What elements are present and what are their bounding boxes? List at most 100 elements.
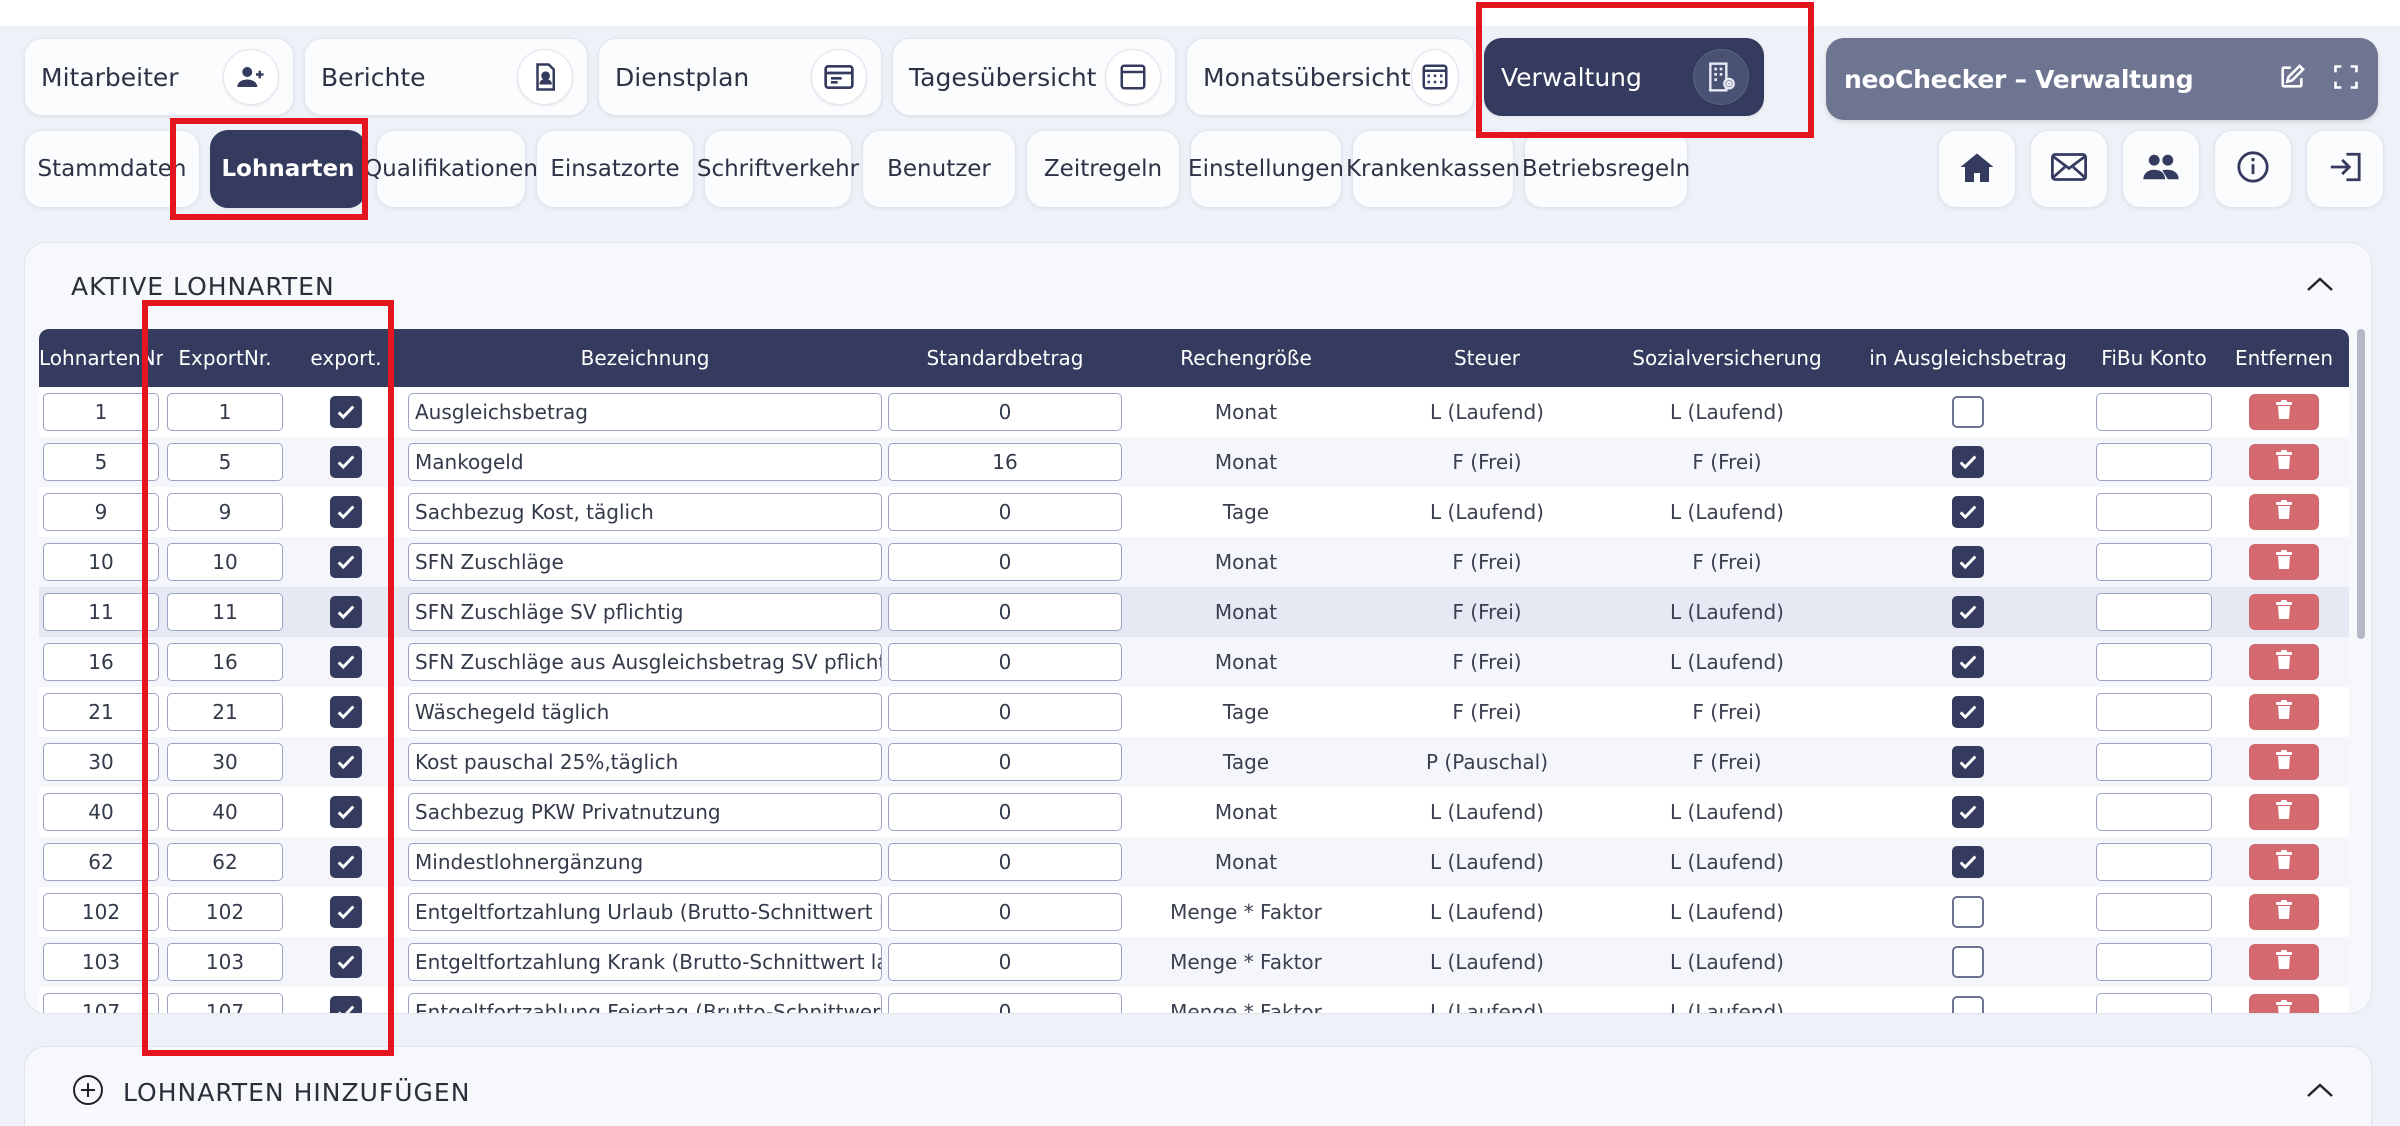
export-nr-input[interactable]: 102 [167,893,283,931]
ausgleich-checkbox[interactable] [1952,496,1984,528]
standardbetrag-input[interactable]: 0 [888,693,1122,731]
ausgleich-checkbox[interactable] [1952,846,1984,878]
ausgleich-checkbox[interactable] [1952,596,1984,628]
lohnart-nr-input[interactable]: 40 [43,793,159,831]
lohnart-nr-input[interactable]: 1 [43,393,159,431]
standardbetrag-input[interactable]: 0 [888,943,1122,981]
standardbetrag-input[interactable]: 0 [888,593,1122,631]
ausgleich-checkbox[interactable] [1952,896,1984,928]
delete-button[interactable] [2249,744,2319,780]
export-checkbox[interactable] [330,896,362,928]
ausgleich-checkbox[interactable] [1952,646,1984,678]
export-nr-input[interactable]: 10 [167,543,283,581]
bezeichnung-input[interactable]: SFN Zuschläge SV pflichtig [408,593,882,631]
fibu-konto-input[interactable] [2096,993,2212,1013]
export-nr-input[interactable]: 21 [167,693,283,731]
tab-qualifikationen[interactable]: Qualifikationen [364,130,538,208]
tab-krankenkassen[interactable]: Krankenkassen [1346,130,1520,208]
lohnart-nr-input[interactable]: 21 [43,693,159,731]
standardbetrag-input[interactable]: 0 [888,493,1122,531]
tab-einstellungen[interactable]: Einstellungen [1188,130,1344,208]
delete-button[interactable] [2249,694,2319,730]
tab-einsatzorte[interactable]: Einsatzorte [536,130,694,208]
standardbetrag-input[interactable]: 0 [888,643,1122,681]
lohnart-nr-input[interactable]: 30 [43,743,159,781]
bezeichnung-input[interactable]: Entgeltfortzahlung Feiertag (Brutto-Schn… [408,993,882,1013]
ausgleich-checkbox[interactable] [1952,696,1984,728]
delete-button[interactable] [2249,844,2319,880]
delete-button[interactable] [2249,994,2319,1013]
standardbetrag-input[interactable]: 0 [888,993,1122,1013]
export-checkbox[interactable] [330,496,362,528]
nav-monatsuebersicht-button[interactable]: Monatsübersicht [1186,38,1474,116]
fibu-konto-input[interactable] [2096,743,2212,781]
delete-button[interactable] [2249,494,2319,530]
ausgleich-checkbox[interactable] [1952,546,1984,578]
tab-schriftverkehr[interactable]: Schriftverkehr [697,130,859,208]
tab-zeitregeln[interactable]: Zeitregeln [1026,130,1180,208]
info-button[interactable] [2214,130,2292,208]
ausgleich-checkbox[interactable] [1952,446,1984,478]
nav-mitarbeiter-button[interactable]: Mitarbeiter [24,38,294,116]
lohnart-nr-input[interactable]: 5 [43,443,159,481]
nav-berichte-button[interactable]: Berichte [304,38,588,116]
ausgleich-checkbox[interactable] [1952,996,1984,1013]
bezeichnung-input[interactable]: Entgeltfortzahlung Urlaub (Brutto-Schnit… [408,893,882,931]
ausgleich-checkbox[interactable] [1952,946,1984,978]
fibu-konto-input[interactable] [2096,693,2212,731]
bezeichnung-input[interactable]: Mindestlohnergänzung [408,843,882,881]
lohnart-nr-input[interactable]: 62 [43,843,159,881]
tab-stammdaten[interactable]: Stammdaten [24,130,200,208]
bezeichnung-input[interactable]: Ausgleichsbetrag [408,393,882,431]
export-checkbox[interactable] [330,846,362,878]
fibu-konto-input[interactable] [2096,493,2212,531]
bezeichnung-input[interactable]: SFN Zuschläge aus Ausgleichsbetrag SV pf… [408,643,882,681]
lohnart-nr-input[interactable]: 107 [43,993,159,1013]
bezeichnung-input[interactable]: Entgeltfortzahlung Krank (Brutto-Schnitt… [408,943,882,981]
users-button[interactable] [2122,130,2200,208]
delete-button[interactable] [2249,544,2319,580]
home-button[interactable] [1938,130,2016,208]
lohnart-nr-input[interactable]: 16 [43,643,159,681]
export-checkbox[interactable] [330,996,362,1013]
delete-button[interactable] [2249,594,2319,630]
plus-circle-icon[interactable] [71,1073,105,1111]
standardbetrag-input[interactable]: 0 [888,543,1122,581]
export-nr-input[interactable]: 11 [167,593,283,631]
delete-button[interactable] [2249,944,2319,980]
lohnart-nr-input[interactable]: 9 [43,493,159,531]
export-checkbox[interactable] [330,746,362,778]
bezeichnung-input[interactable]: Sachbezug PKW Privatnutzung [408,793,882,831]
fibu-konto-input[interactable] [2096,893,2212,931]
bezeichnung-input[interactable]: Mankogeld [408,443,882,481]
export-nr-input[interactable]: 5 [167,443,283,481]
export-nr-input[interactable]: 16 [167,643,283,681]
export-checkbox[interactable] [330,546,362,578]
lohnart-nr-input[interactable]: 102 [43,893,159,931]
ausgleich-checkbox[interactable] [1952,796,1984,828]
standardbetrag-input[interactable]: 0 [888,743,1122,781]
nav-tagesuebersicht-button[interactable]: Tagesübersicht [892,38,1176,116]
standardbetrag-input[interactable]: 0 [888,843,1122,881]
fibu-konto-input[interactable] [2096,593,2212,631]
export-checkbox[interactable] [330,446,362,478]
export-nr-input[interactable]: 103 [167,943,283,981]
standardbetrag-input[interactable]: 16 [888,443,1122,481]
export-nr-input[interactable]: 30 [167,743,283,781]
lohnart-nr-input[interactable]: 11 [43,593,159,631]
fullscreen-icon[interactable] [2332,63,2360,95]
tab-lohnarten[interactable]: Lohnarten [210,130,366,208]
export-checkbox[interactable] [330,946,362,978]
bezeichnung-input[interactable]: Kost pauschal 25%,täglich [408,743,882,781]
bezeichnung-input[interactable]: Sachbezug Kost, täglich [408,493,882,531]
add-panel-header[interactable]: LOHNARTEN HINZUFÜGEN [25,1047,2371,1126]
nav-verwaltung-button[interactable]: Verwaltung [1484,38,1764,116]
tab-betriebsregeln[interactable]: Betriebsregeln [1522,130,1690,208]
delete-button[interactable] [2249,444,2319,480]
fibu-konto-input[interactable] [2096,943,2212,981]
export-checkbox[interactable] [330,396,362,428]
export-checkbox[interactable] [330,796,362,828]
export-checkbox[interactable] [330,696,362,728]
export-nr-input[interactable]: 9 [167,493,283,531]
export-checkbox[interactable] [330,646,362,678]
